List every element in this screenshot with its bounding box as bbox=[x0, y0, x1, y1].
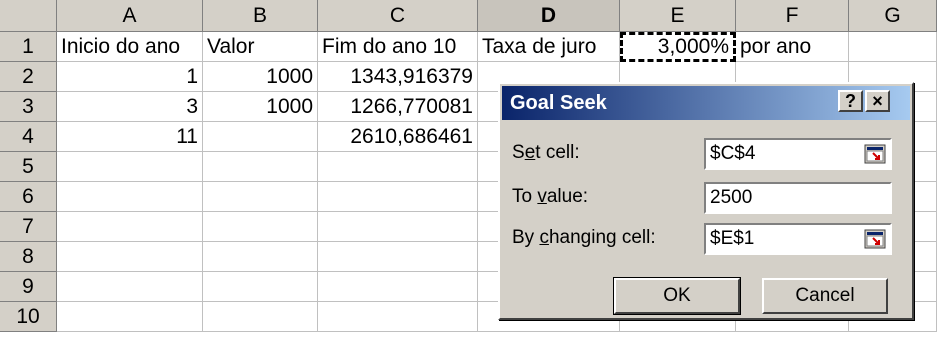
row-header-9[interactable]: 9 bbox=[0, 272, 57, 302]
cell-c5[interactable] bbox=[318, 152, 478, 182]
column-header-c[interactable]: C bbox=[318, 0, 478, 32]
row-header-5[interactable]: 5 bbox=[0, 152, 57, 182]
row-header-3[interactable]: 3 bbox=[0, 92, 57, 122]
column-header-d[interactable]: D bbox=[478, 0, 620, 32]
cell-a3[interactable]: 3 bbox=[57, 92, 203, 122]
cell-g1[interactable] bbox=[849, 32, 937, 62]
cell-a7[interactable] bbox=[57, 212, 203, 242]
cell-b10[interactable] bbox=[203, 302, 318, 332]
changing-cell-field[interactable]: $E$1 bbox=[704, 223, 892, 255]
cell-b8[interactable] bbox=[203, 242, 318, 272]
column-header-e[interactable]: E bbox=[620, 0, 736, 32]
cell-b2[interactable]: 1000 bbox=[203, 62, 318, 92]
cell-f1[interactable]: por ano bbox=[736, 32, 849, 62]
row-header-2[interactable]: 2 bbox=[0, 62, 57, 92]
column-header-f[interactable]: F bbox=[736, 0, 849, 32]
cell-b9[interactable] bbox=[203, 272, 318, 302]
row-header-8[interactable]: 8 bbox=[0, 242, 57, 272]
cell-b4[interactable] bbox=[203, 122, 318, 152]
cell-a10[interactable] bbox=[57, 302, 203, 332]
cell-c8[interactable] bbox=[318, 242, 478, 272]
changing-cell-label: By changing cell: bbox=[512, 227, 656, 248]
goal-seek-dialog: Goal Seek ? × Set cell: $C$4 To value: 2… bbox=[498, 82, 914, 320]
cell-b7[interactable] bbox=[203, 212, 318, 242]
cell-c10[interactable] bbox=[318, 302, 478, 332]
to-value-label: To value: bbox=[512, 186, 589, 207]
cell-b1[interactable]: Valor bbox=[203, 32, 318, 62]
cell-a1[interactable]: Inicio do ano bbox=[57, 32, 203, 62]
cell-a2[interactable]: 1 bbox=[57, 62, 203, 92]
cell-c2[interactable]: 1343,916379 bbox=[318, 62, 478, 92]
row-header-7[interactable]: 7 bbox=[0, 212, 57, 242]
cell-c3[interactable]: 1266,770081 bbox=[318, 92, 478, 122]
ok-button[interactable]: OK bbox=[613, 277, 741, 315]
column-header-a[interactable]: A bbox=[57, 0, 203, 32]
cell-c9[interactable] bbox=[318, 272, 478, 302]
collapse-dialog-icon[interactable] bbox=[864, 144, 886, 164]
cell-e1[interactable]: 3,000% bbox=[620, 32, 736, 62]
cell-a9[interactable] bbox=[57, 272, 203, 302]
select-all-corner[interactable] bbox=[0, 0, 57, 32]
cell-d1[interactable]: Taxa de juro bbox=[478, 32, 620, 62]
cell-a8[interactable] bbox=[57, 242, 203, 272]
cell-b5[interactable] bbox=[203, 152, 318, 182]
cell-c1[interactable]: Fim do ano 10 bbox=[318, 32, 478, 62]
row-header-10[interactable]: 10 bbox=[0, 302, 57, 332]
cancel-button[interactable]: Cancel bbox=[762, 278, 888, 314]
set-cell-value: $C$4 bbox=[710, 143, 756, 164]
cell-b3[interactable]: 1000 bbox=[203, 92, 318, 122]
changing-cell-value: $E$1 bbox=[710, 228, 755, 249]
cell-a6[interactable] bbox=[57, 182, 203, 212]
cell-c4[interactable]: 2610,686461 bbox=[318, 122, 478, 152]
row-header-4[interactable]: 4 bbox=[0, 122, 57, 152]
cell-a5[interactable] bbox=[57, 152, 203, 182]
close-button[interactable]: × bbox=[865, 90, 890, 112]
dialog-title: Goal Seek bbox=[510, 92, 607, 114]
row-header-6[interactable]: 6 bbox=[0, 182, 57, 212]
cell-a4[interactable]: 11 bbox=[57, 122, 203, 152]
collapse-dialog-icon[interactable] bbox=[864, 229, 886, 249]
cell-b6[interactable] bbox=[203, 182, 318, 212]
set-cell-label: Set cell: bbox=[512, 142, 580, 163]
column-header-b[interactable]: B bbox=[203, 0, 318, 32]
column-header-g[interactable]: G bbox=[849, 0, 937, 32]
to-value-field[interactable]: 2500 bbox=[704, 182, 892, 214]
row-header-1[interactable]: 1 bbox=[0, 32, 57, 62]
set-cell-field[interactable]: $C$4 bbox=[704, 138, 892, 170]
cell-c6[interactable] bbox=[318, 182, 478, 212]
help-button[interactable]: ? bbox=[838, 90, 863, 112]
cell-c7[interactable] bbox=[318, 212, 478, 242]
